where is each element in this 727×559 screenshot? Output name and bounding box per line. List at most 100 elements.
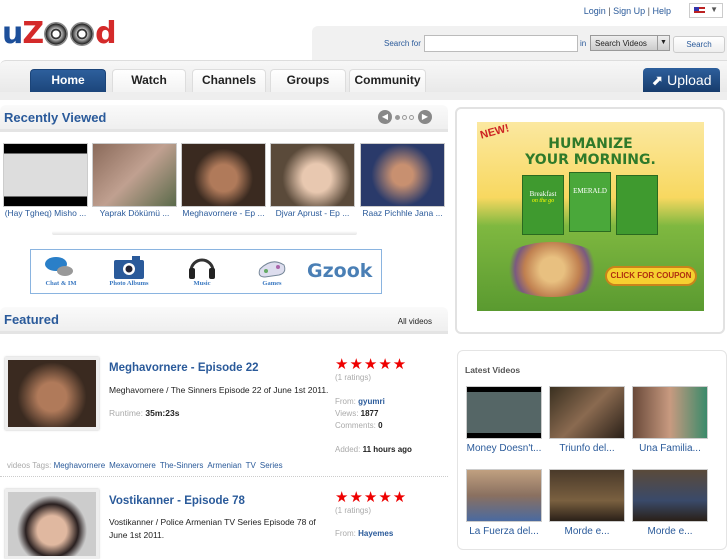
search-input[interactable] bbox=[424, 35, 578, 52]
ratings-count: (1 ratings) bbox=[335, 373, 372, 382]
search-panel: Search for in Search Videos ▼ Search bbox=[312, 26, 727, 62]
video-from: From: Hayemes bbox=[335, 529, 394, 538]
video-description: Meghavornere / The Sinners Episode 22 of… bbox=[109, 385, 329, 395]
video-caption[interactable]: Djvar Aprust - Ep ... bbox=[268, 208, 357, 218]
tab-channels[interactable]: Channels bbox=[192, 69, 266, 93]
tab-watch[interactable]: Watch bbox=[112, 69, 186, 93]
site-logo[interactable]: uZ d bbox=[2, 16, 117, 51]
video-thumbnail[interactable] bbox=[632, 386, 708, 439]
tab-home[interactable]: Home bbox=[30, 69, 106, 93]
gzook-item-chat[interactable]: Chat & IM bbox=[31, 280, 91, 287]
video-caption[interactable]: Morde e... bbox=[545, 526, 629, 537]
tag-link[interactable]: Armenian bbox=[207, 461, 241, 470]
video-thumbnail[interactable] bbox=[466, 386, 542, 439]
divider bbox=[0, 476, 448, 477]
coupon-button[interactable]: CLICK FOR COUPON bbox=[605, 266, 697, 286]
gamepad-icon bbox=[257, 255, 287, 279]
trail-mix-image bbox=[497, 242, 607, 297]
rating-stars[interactable]: ★★★★★ bbox=[335, 355, 407, 373]
video-caption[interactable]: Money Doesn't... bbox=[462, 443, 546, 454]
product-box: Breakfast on the go bbox=[522, 175, 564, 235]
video-caption[interactable]: Morde e... bbox=[628, 526, 712, 537]
film-reel-icon bbox=[70, 22, 95, 46]
section-title: Latest Videos bbox=[465, 365, 521, 375]
uploader-link[interactable]: Hayemes bbox=[358, 529, 393, 538]
search-scope-value: Search Videos bbox=[595, 39, 647, 48]
upload-button[interactable]: ⬈ Upload bbox=[643, 68, 720, 93]
search-button[interactable]: Search bbox=[673, 36, 725, 53]
video-thumbnail[interactable] bbox=[632, 469, 708, 522]
video-thumbnail[interactable] bbox=[92, 143, 177, 207]
all-videos-link[interactable]: All videos bbox=[398, 317, 432, 326]
nav-bottom-strip bbox=[0, 92, 727, 100]
upload-label: Upload bbox=[667, 72, 712, 88]
us-flag-icon bbox=[694, 7, 705, 15]
ad-container: NEW! HUMANIZE YOUR MORNING. Breakfast on t… bbox=[455, 107, 725, 334]
video-title[interactable]: Vostikanner - Episode 78 bbox=[109, 495, 245, 507]
video-views: Views: 1877 bbox=[335, 409, 379, 418]
rating-stars[interactable]: ★★★★★ bbox=[335, 488, 407, 506]
tag-link[interactable]: Series bbox=[260, 461, 283, 470]
gzook-item-photo-albums[interactable]: Photo Albums bbox=[99, 280, 159, 287]
prev-arrow-icon[interactable]: ◀ bbox=[377, 110, 392, 124]
video-thumbnail[interactable] bbox=[270, 143, 355, 207]
section-title: Featured bbox=[4, 312, 59, 327]
upload-arrow-icon: ⬈ bbox=[651, 72, 664, 88]
recently-viewed-header: Recently Viewed ◀ ▶ bbox=[0, 105, 448, 132]
tab-groups[interactable]: Groups bbox=[270, 69, 346, 93]
uploader-link[interactable]: gyumri bbox=[358, 397, 385, 406]
gzook-item-music[interactable]: Music bbox=[172, 280, 232, 287]
video-caption[interactable]: (Hay Tgheq) Misho ... bbox=[1, 208, 90, 218]
video-thumbnail[interactable] bbox=[466, 469, 542, 522]
video-thumbnail[interactable] bbox=[181, 143, 266, 207]
video-tags: videos Tags: Meghavornere Mexavornere The-… bbox=[7, 461, 283, 470]
gzook-item-games[interactable]: Games bbox=[242, 280, 302, 287]
video-description: Vostikanner / Police Armenian TV Series … bbox=[109, 517, 316, 540]
chevron-down-icon: ▼ bbox=[710, 5, 718, 14]
chevron-down-icon: ▼ bbox=[657, 36, 669, 50]
login-link[interactable]: Login bbox=[584, 6, 606, 16]
ad-headline: HUMANIZE YOUR MORNING. bbox=[525, 136, 656, 168]
video-added: Added: 11 hours ago bbox=[335, 445, 412, 454]
search-label: Search for bbox=[384, 39, 421, 48]
video-thumbnail[interactable] bbox=[3, 143, 88, 207]
main-nav: Home Watch Channels Groups Community ⬈ U… bbox=[0, 60, 727, 93]
video-thumbnail[interactable] bbox=[5, 357, 99, 430]
page-dot[interactable] bbox=[409, 114, 415, 120]
next-arrow-icon[interactable]: ▶ bbox=[418, 110, 432, 124]
video-runtime: Runtime: 35m:23s bbox=[109, 408, 180, 418]
help-link[interactable]: Help bbox=[652, 6, 671, 16]
product-box: EMERALD bbox=[569, 172, 611, 232]
video-thumbnail[interactable] bbox=[5, 489, 99, 559]
video-from: From: gyumri bbox=[335, 397, 385, 406]
signup-link[interactable]: Sign Up bbox=[613, 6, 645, 16]
tag-link[interactable]: TV bbox=[246, 461, 256, 470]
tag-link[interactable]: Mexavornere bbox=[109, 461, 156, 470]
video-caption[interactable]: Raaz Pichhle Jana ... bbox=[358, 208, 447, 218]
gzook-banner[interactable]: Chat & IM Photo Albums Music Games Gzook bbox=[30, 249, 382, 294]
video-thumbnail[interactable] bbox=[549, 469, 625, 522]
chat-bubbles-icon bbox=[44, 255, 74, 279]
tag-link[interactable]: Meghavornere bbox=[54, 461, 106, 470]
video-caption[interactable]: Una Familia... bbox=[628, 443, 712, 454]
video-caption[interactable]: Triunfo del... bbox=[545, 443, 629, 454]
gzook-logo[interactable]: Gzook bbox=[307, 260, 372, 282]
video-thumbnail[interactable] bbox=[360, 143, 445, 207]
search-in-label: in bbox=[580, 39, 587, 48]
featured-header: Featured All videos bbox=[0, 307, 448, 334]
page-dot[interactable] bbox=[402, 114, 408, 120]
video-thumbnail[interactable] bbox=[549, 386, 625, 439]
tab-community[interactable]: Community bbox=[349, 69, 426, 93]
tag-link[interactable]: The-Sinners bbox=[160, 461, 204, 470]
video-caption[interactable]: Meghavornere - Ep ... bbox=[179, 208, 268, 218]
video-title[interactable]: Meghavornere - Episode 22 bbox=[109, 362, 259, 374]
video-caption[interactable]: Yaprak Dökümü ... bbox=[90, 208, 179, 218]
latest-videos-panel: Latest Videos Money Doesn't... Triunfo d… bbox=[457, 350, 727, 550]
ratings-count: (1 ratings) bbox=[335, 506, 372, 515]
search-scope-select[interactable]: Search Videos ▼ bbox=[590, 35, 670, 51]
video-caption[interactable]: La Fuerza del... bbox=[462, 526, 546, 537]
page-dot[interactable] bbox=[395, 114, 401, 120]
carousel-pager: ◀ ▶ bbox=[377, 110, 432, 124]
advertisement[interactable]: NEW! HUMANIZE YOUR MORNING. Breakfast on t… bbox=[477, 122, 704, 311]
language-selector[interactable]: ▼ bbox=[689, 3, 723, 18]
